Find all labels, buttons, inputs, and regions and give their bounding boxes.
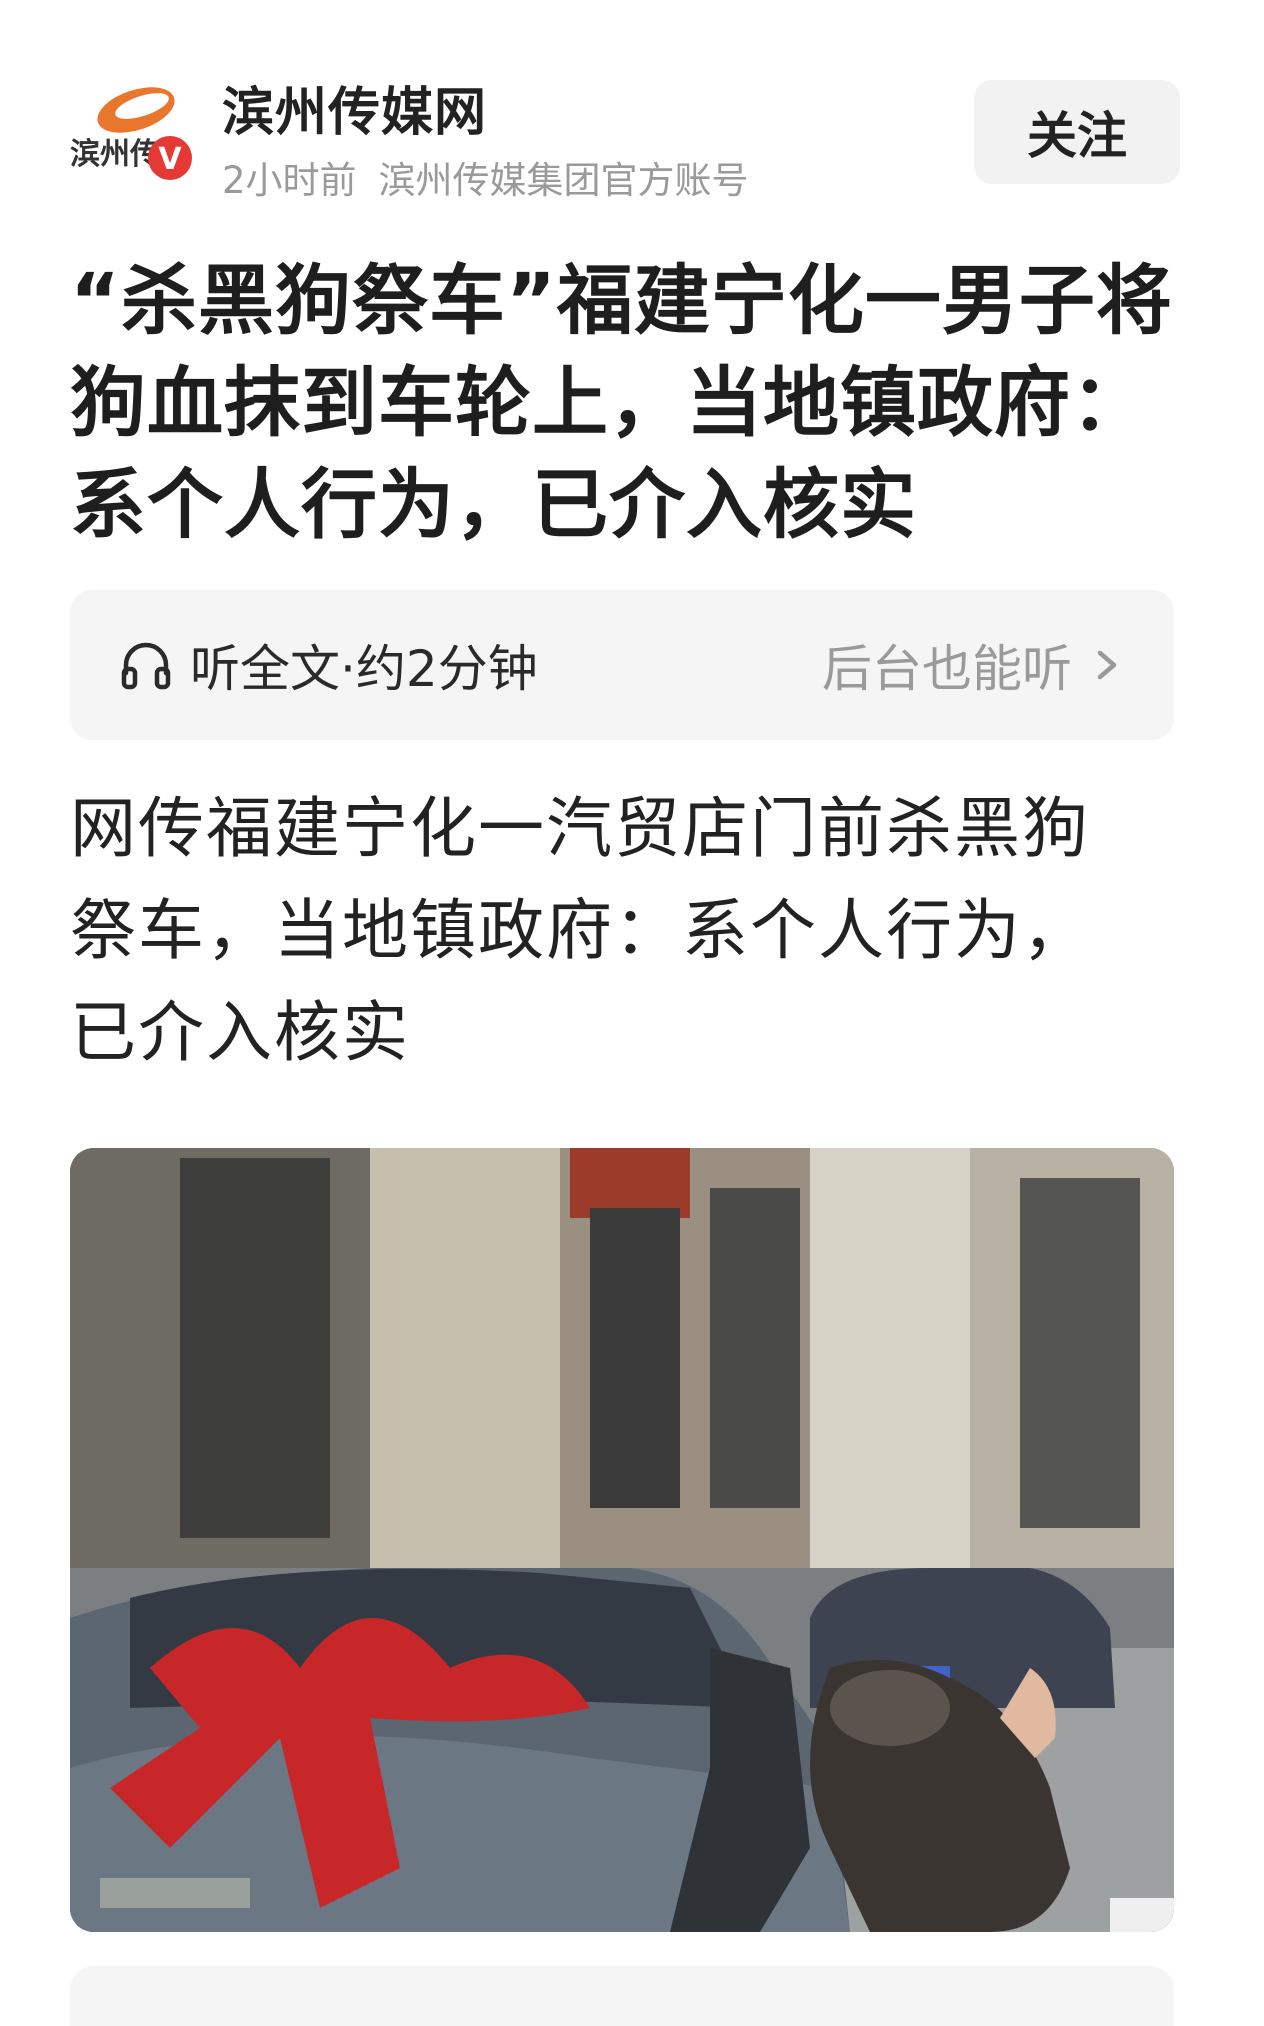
logo-icon: 滨州传 V bbox=[70, 87, 192, 180]
listen-full-text[interactable]: 听全文·约2分钟 bbox=[118, 629, 538, 701]
next-card-edge bbox=[70, 1966, 1174, 2026]
account-logo[interactable]: 滨州传 V bbox=[70, 80, 198, 198]
account-description: 滨州传媒集团官方账号 bbox=[378, 159, 749, 202]
account-name[interactable]: 滨州传媒网 bbox=[222, 70, 487, 145]
background-listen-link[interactable]: 后台也能听 bbox=[822, 629, 1122, 701]
subtitle-line: 网传福建宁化一汽贸店门前杀黑狗 bbox=[70, 790, 1090, 867]
subtitle-line: 祭车，当地镇政府：系个人行为， bbox=[70, 892, 1090, 969]
listen-bar[interactable]: 听全文·约2分钟 后台也能听 bbox=[70, 590, 1174, 740]
background-listen-label: 后台也能听 bbox=[822, 640, 1072, 698]
logo-text: 滨州传 bbox=[70, 137, 160, 172]
article-header: 滨州传 V 滨州传媒网 2小时前 滨州传媒集团官方账号 关注 bbox=[70, 64, 1180, 204]
subtitle-line: 已介入核实 bbox=[70, 994, 410, 1071]
title-line: 系个人行为，已介入核实 bbox=[70, 460, 917, 549]
headphone-icon bbox=[121, 642, 171, 690]
photo-illustration bbox=[70, 1148, 1174, 1932]
title-line: “杀黑狗祭车”福建宁化一男子将 bbox=[70, 256, 1173, 345]
article-title: “杀黑狗祭车”福建宁化一男子将 狗血抹到车轮上，当地镇政府： 系个人行为，已介入… bbox=[70, 250, 1180, 556]
news-photo[interactable] bbox=[70, 1148, 1174, 1932]
follow-button[interactable]: 关注 bbox=[974, 80, 1180, 184]
post-time: 2小时前 bbox=[222, 159, 357, 202]
title-line: 狗血抹到车轮上，当地镇政府： bbox=[70, 358, 1148, 447]
verified-badge: V bbox=[158, 142, 182, 177]
listen-label: 听全文·约2分钟 bbox=[190, 640, 538, 698]
article-subtitle: 网传福建宁化一汽贸店门前杀黑狗 祭车，当地镇政府：系个人行为， 已介入核实 bbox=[70, 778, 1180, 1084]
account-meta: 2小时前 滨州传媒集团官方账号 bbox=[222, 150, 749, 204]
chevron-right-icon bbox=[1097, 650, 1117, 680]
